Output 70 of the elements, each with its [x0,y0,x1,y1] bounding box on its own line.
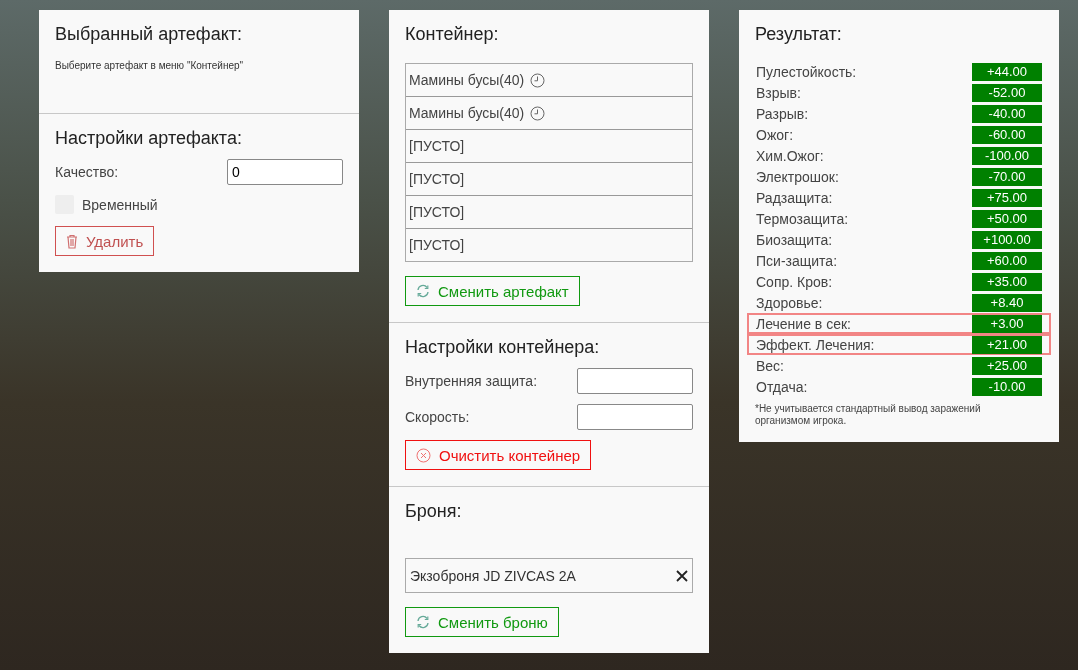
close-icon[interactable] [676,569,688,582]
stat-label: Отдача: [756,378,808,395]
stat-value: +50.00 [972,209,1042,228]
slot-label: [ПУСТО] [409,138,465,154]
field-label: Качество: [55,164,119,180]
hint-text: Выберите артефакт в меню "Контейнер" [55,60,244,71]
armor-value: Экзоброня JD ZIVCAS 2A [410,567,576,584]
stat-label: Электрошок: [756,168,839,185]
stat-label: Радзащита: [756,189,833,206]
slot-label: [ПУСТО] [409,171,465,187]
stat-label: Здоровье: [756,294,823,311]
container-slot[interactable]: Мамины бусы(40) [406,64,692,97]
stat-value: +100.00 [972,230,1042,249]
input-field[interactable] [577,368,693,394]
container-slot[interactable]: [ПУСТО] [406,229,692,261]
stat-value: +75.00 [972,188,1042,207]
stat-value: -60.00 [972,125,1042,144]
slot-label: Мамины бусы(40) [409,72,525,88]
stat-value: +25.00 [972,356,1042,375]
input-field[interactable] [577,404,693,430]
stat-value: +44.00 [972,62,1042,81]
stat-label: Сопр. Кров: [756,273,833,290]
change-button[interactable]: Сменить броню [405,607,559,637]
container-slot[interactable]: Мамины бусы(40) [406,97,692,130]
stat-label: Лечение в сек: [756,315,851,332]
stat-value: -52.00 [972,83,1042,102]
slot-label: [ПУСТО] [409,237,465,253]
change-button[interactable]: Сменить артефакт [405,276,580,306]
stat-label: Термозащита: [756,210,849,227]
stat-label: Биозащита: [756,231,833,248]
panel-title: Выбранный артефакт: [55,24,242,45]
stat-value: -10.00 [972,377,1042,396]
section-title: Настройки артефакта: [55,128,242,149]
close-circle-icon [416,447,431,463]
stat-label: Ожог: [756,126,794,143]
stat-label: Взрыв: [756,84,801,101]
stat-label: Пси-защита: [756,252,838,269]
stat-value: -40.00 [972,104,1042,123]
container-slot[interactable]: [ПУСТО] [406,196,692,229]
field-label: Скорость: [405,409,470,425]
slot-label: [ПУСТО] [409,204,465,220]
armor-field[interactable]: Экзоброня JD ZIVCAS 2A [405,558,693,593]
checkbox-label: Временный [82,196,158,213]
panel-title: Результат: [755,24,842,45]
stat-label: Пулестойкость: [756,63,857,80]
stat-value: +35.00 [972,272,1042,291]
stat-label: Вес: [756,357,784,374]
stat-value: +21.00 [972,335,1042,354]
container-slot[interactable]: [ПУСТО] [406,163,692,196]
stat-label: Эффект. Лечения: [756,336,875,353]
section-title: Броня: [405,501,462,522]
trash-icon [66,233,78,249]
section-title: Настройки контейнера: [405,337,600,358]
container-slot[interactable]: [ПУСТО] [406,130,692,163]
stat-value: -100.00 [972,146,1042,165]
clear-button[interactable]: Очистить контейнер [405,440,592,470]
stat-label: Хим.Ожог: [756,147,824,164]
refresh-icon [416,284,430,298]
stat-value: +3.00 [972,314,1042,333]
stat-label: Разрыв: [756,105,809,122]
field-label: Внутренняя защита: [405,373,538,389]
quality-field[interactable]: 0 [227,159,343,185]
stat-value: +60.00 [972,251,1042,270]
stat-value: -70.00 [972,167,1042,186]
delete-button[interactable]: Удалить [55,226,155,256]
refresh-icon [416,615,430,629]
slot-label: Мамины бусы(40) [409,105,525,121]
panel-title: Контейнер: [405,24,499,45]
footnote: *Не учитывается стандартный вывод заражений организмом игрока. [755,403,982,426]
stat-value: +8.40 [972,293,1042,312]
